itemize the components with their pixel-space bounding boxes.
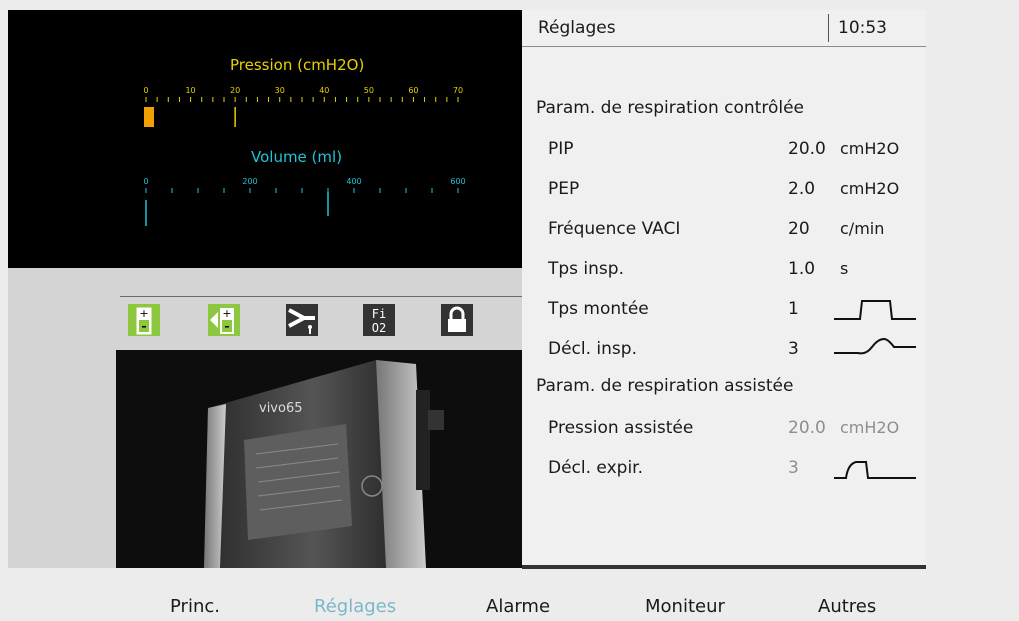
fio2-icon: Fi O2 [363, 304, 395, 336]
param-value: 3 [788, 339, 799, 359]
pressure-tick-label: 20 [230, 86, 240, 95]
param-value: 20.0 [788, 139, 826, 159]
param-value: 2.0 [788, 179, 816, 199]
assisted-section-title: Param. de respiration assistée [536, 376, 794, 396]
param-label: Pression assistée [548, 418, 694, 438]
volume-tick-label: 600 [450, 177, 465, 186]
pressure-tick-label: 50 [364, 86, 374, 95]
tab-moniteur[interactable]: Moniteur [645, 596, 725, 617]
svg-text:+: + [222, 307, 231, 320]
pressure-tick-label: 40 [319, 86, 329, 95]
param-unit: cmH2O [840, 418, 900, 437]
param-value: 1 [788, 299, 799, 319]
svg-text:Fi: Fi [372, 307, 386, 321]
param-value: 20 [788, 219, 810, 239]
param-label: Décl. expir. [548, 458, 643, 478]
pressure-current-bar [144, 107, 154, 127]
param-label: PIP [548, 139, 574, 159]
settings-header: Réglages 10:53 [522, 10, 926, 47]
param-tps-insp[interactable]: Tps insp. 1.0 s [548, 259, 918, 283]
param-label: PEP [548, 179, 580, 199]
insp-trigger-icon [832, 337, 916, 370]
param-decl-expir[interactable]: Décl. expir. 3 [548, 458, 918, 482]
param-tps-montee[interactable]: Tps montée 1 [548, 299, 918, 323]
clock: 10:53 [838, 18, 887, 38]
settings-panel: Réglages 10:53 Param. de respiration con… [522, 10, 926, 568]
device-image: vivo65 [116, 350, 522, 568]
param-pep[interactable]: PEP 2.0 cmH2O [548, 179, 918, 203]
status-divider [120, 296, 522, 297]
param-frequence-vaci[interactable]: Fréquence VACI 20 c/min [548, 219, 918, 243]
device-panel: + + Fi O2 vivo65 [8, 268, 522, 568]
pressure-tick-label: 30 [275, 86, 285, 95]
param-pression-assistee[interactable]: Pression assistée 20.0 cmH2O [548, 418, 918, 442]
tab-autres[interactable]: Autres [818, 596, 876, 617]
param-label: Tps insp. [548, 259, 624, 279]
device-brand: vivo65 [259, 401, 303, 416]
volume-tick-label: 0 [143, 177, 148, 186]
param-unit: cmH2O [840, 139, 900, 158]
param-label: Fréquence VACI [548, 219, 681, 239]
param-value: 20.0 [788, 418, 826, 438]
page-title: Réglages [538, 18, 616, 38]
param-value: 3 [788, 458, 799, 478]
tab-alarme[interactable]: Alarme [486, 596, 550, 617]
param-unit: cmH2O [840, 179, 900, 198]
param-pip[interactable]: PIP 20.0 cmH2O [548, 139, 918, 163]
volume-tick-label: 400 [346, 177, 361, 186]
exp-trigger-icon [832, 456, 916, 489]
volume-tick-label: 200 [242, 177, 257, 186]
volume-scale-title: Volume (ml) [251, 148, 343, 166]
rise-time-icon [832, 297, 916, 330]
svg-text:O2: O2 [372, 321, 386, 335]
pressure-tick-label: 0 [143, 86, 148, 95]
tab-bar: Princ. Réglages Alarme Moniteur Autres [0, 596, 1019, 621]
tab-princ[interactable]: Princ. [170, 596, 220, 617]
pressure-tick-label: 60 [408, 86, 418, 95]
internal-battery-icon: + [128, 304, 160, 336]
param-label: Décl. insp. [548, 339, 637, 359]
patient-circuit-icon [286, 304, 318, 336]
param-decl-insp[interactable]: Décl. insp. 3 [548, 337, 918, 363]
header-divider [828, 14, 829, 42]
param-unit: s [840, 259, 849, 278]
pressure-tick-label: 70 [453, 86, 463, 95]
param-label: Tps montée [548, 299, 649, 319]
lock-icon [441, 304, 473, 336]
svg-text:+: + [139, 307, 148, 320]
controlled-section-title: Param. de respiration contrôlée [536, 98, 804, 118]
external-battery-icon: + [208, 304, 240, 336]
pressure-tick-label: 10 [185, 86, 195, 95]
tab-reglages[interactable]: Réglages [314, 596, 396, 617]
param-unit: c/min [840, 219, 885, 238]
panel-bottom-bar [522, 565, 926, 569]
volume-ticks: 0 200 400 600 [143, 177, 466, 193]
pressure-scale: 0 10 20 30 40 50 60 70 0 200 400 600 [143, 86, 466, 226]
param-value: 1.0 [788, 259, 816, 279]
pressure-ticks: 0 10 20 30 40 50 60 70 [143, 86, 463, 102]
monitoring-display: Pression (cmH2O) 0 10 20 30 40 50 60 70 0 200 400… [8, 10, 522, 268]
